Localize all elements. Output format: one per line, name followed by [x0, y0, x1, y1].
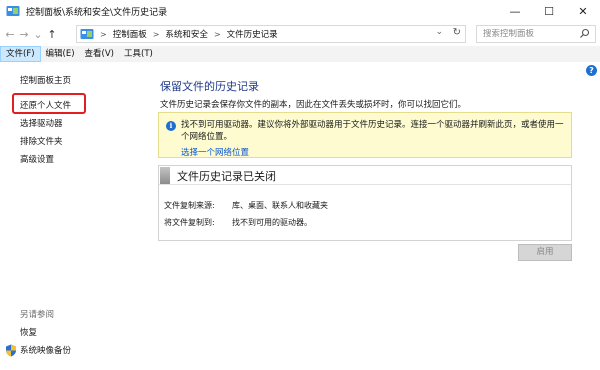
status-panel: 文件历史记录已关闭 文件复制来源: 库、桌面、联系人和收藏夹 将文件复制到: 找不到…	[158, 165, 572, 241]
address-dropdown-icon[interactable]: ⌄	[435, 27, 443, 37]
address-bar[interactable]: > 控制面板 > 系统和安全 > 文件历史记录 ⌄ ↻	[76, 25, 466, 43]
breadcrumb-separator: >	[213, 29, 221, 39]
menu-view[interactable]: 查看(V)	[80, 46, 119, 62]
window-title: 控制面板\系统和安全\文件历史记录	[26, 7, 168, 18]
page-description: 文件历史记录会保存你文件的副本，因此在文件丢失或损坏时，你可以找回它们。	[160, 100, 467, 110]
control-panel-icon	[80, 29, 94, 39]
maximize-button[interactable]: ☐	[532, 0, 566, 22]
menu-file[interactable]: 文件(F)	[0, 46, 41, 62]
help-icon[interactable]: ?	[586, 65, 597, 76]
see-also-heading: 另请参阅	[20, 310, 55, 320]
status-row-source: 文件复制来源: 库、桌面、联系人和收藏夹	[164, 200, 328, 211]
status-indicator	[160, 167, 170, 184]
status-label: 文件复制来源:	[164, 201, 215, 210]
menu-edit[interactable]: 编辑(E)	[41, 46, 80, 62]
link-control-panel-home[interactable]: 控制面板主页	[20, 74, 71, 86]
page-title: 保留文件的历史记录	[160, 80, 259, 93]
forward-button[interactable]: →	[17, 24, 31, 44]
status-label: 将文件复制到:	[164, 218, 215, 227]
status-value: 找不到可用的驱动器。	[232, 218, 312, 227]
select-network-location-link[interactable]: 选择一个网络位置	[181, 146, 249, 158]
link-select-drive[interactable]: 选择驱动器	[20, 117, 63, 129]
left-pane: 控制面板主页 还原个人文件 选择驱动器 排除文件夹 高级设置 另请参阅 恢复 系…	[0, 62, 150, 370]
breadcrumb-file-history[interactable]: 文件历史记录	[227, 28, 278, 40]
status-header: 文件历史记录已关闭	[159, 166, 571, 185]
warning-text: 找不到可用驱动器。建议你将外部驱动器用于文件历史记录。连接一个驱动器并刷新此页，…	[181, 120, 564, 142]
warning-banner: i 找不到可用驱动器。建议你将外部驱动器用于文件历史记录。连接一个驱动器并刷新此…	[158, 112, 572, 158]
minimize-button[interactable]: —	[498, 0, 532, 22]
link-restore-personal-files[interactable]: 还原个人文件	[20, 99, 71, 111]
search-input[interactable]	[483, 29, 573, 39]
info-icon: i	[166, 121, 176, 131]
close-button[interactable]: ✕	[566, 0, 600, 22]
breadcrumb-control-panel[interactable]: 控制面板	[113, 28, 147, 40]
link-advanced-settings[interactable]: 高级设置	[20, 153, 54, 165]
recent-locations-button[interactable]: ⌄	[31, 24, 45, 44]
link-exclude-folders[interactable]: 排除文件夹	[20, 135, 63, 147]
link-recovery[interactable]: 恢复	[20, 326, 37, 338]
menu-bar: 文件(F) 编辑(E) 查看(V) 工具(T)	[0, 46, 600, 62]
breadcrumb-system-security[interactable]: 系统和安全	[165, 28, 208, 40]
status-title: 文件历史记录已关闭	[177, 170, 276, 183]
search-icon[interactable]	[579, 28, 590, 39]
breadcrumb-separator: >	[152, 29, 160, 39]
menu-tools[interactable]: 工具(T)	[119, 46, 158, 62]
back-button[interactable]: ←	[3, 24, 17, 44]
shield-icon	[6, 344, 16, 357]
control-panel-icon	[6, 6, 20, 16]
link-system-image-backup[interactable]: 系统映像备份	[20, 344, 71, 356]
breadcrumb-separator: >	[100, 29, 107, 39]
search-box[interactable]	[476, 25, 596, 43]
enable-button[interactable]: 启用	[518, 244, 572, 261]
refresh-icon[interactable]: ↻	[453, 27, 461, 38]
title-bar: 控制面板\系统和安全\文件历史记录 — ☐ ✕	[0, 0, 600, 22]
address-row: ← → ⌄ ↑ > 控制面板 > 系统和安全 > 文件历史记录 ⌄ ↻	[0, 22, 600, 46]
status-row-destination: 将文件复制到: 找不到可用的驱动器。	[164, 217, 312, 228]
up-button[interactable]: ↑	[45, 24, 59, 44]
status-value: 库、桌面、联系人和收藏夹	[232, 201, 328, 210]
